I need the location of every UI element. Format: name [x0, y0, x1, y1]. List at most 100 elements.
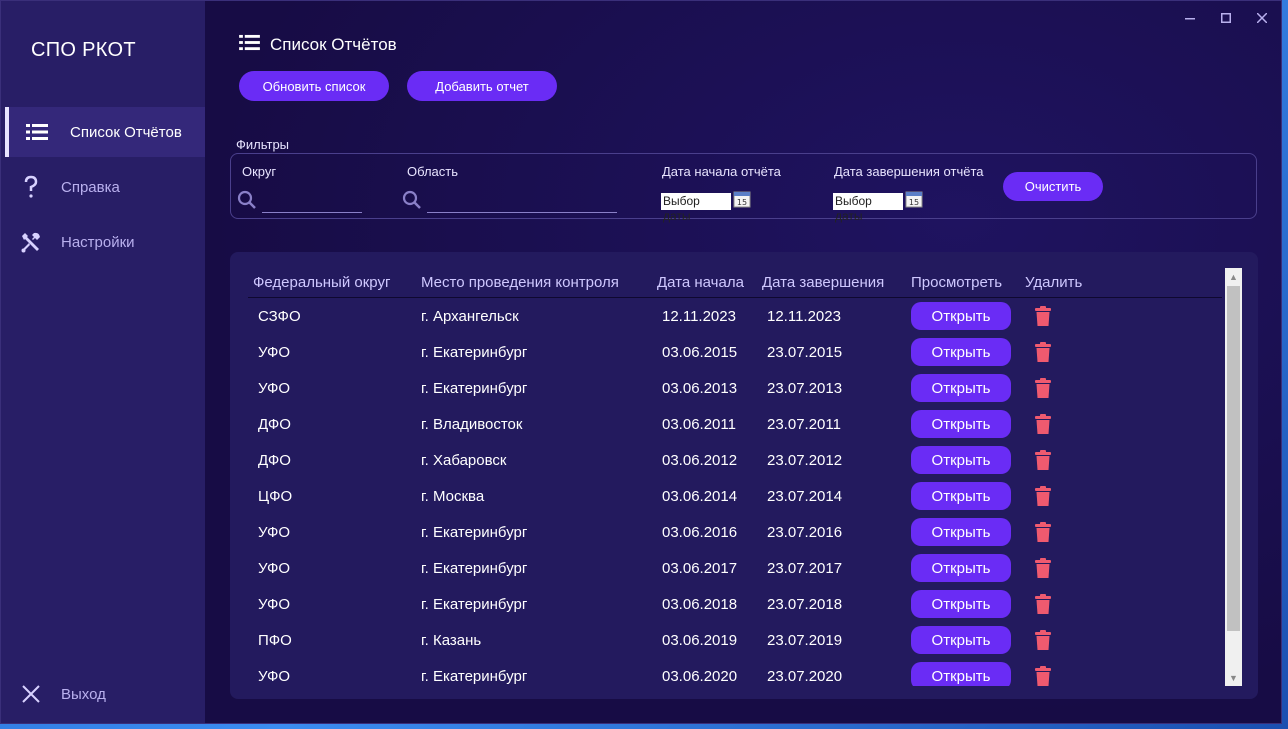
end-date-field[interactable]: Выбор даты	[833, 193, 903, 223]
trash-icon[interactable]	[1034, 558, 1052, 578]
table-row: ДФО г. Владивосток 03.06.2011 23.07.2011…	[248, 406, 1222, 442]
calendar-icon[interactable]: 15	[905, 190, 923, 213]
delete-cell	[1020, 378, 1100, 398]
list-icon	[239, 34, 260, 56]
place-cell: г. Екатеринбург	[421, 559, 528, 577]
table-row: ЦФО г. Москва 03.06.2014 23.07.2014 Откр…	[248, 478, 1222, 514]
exit-label: Выход	[61, 685, 106, 703]
table-row: УФО г. Екатеринбург 03.06.2020 23.07.202…	[248, 658, 1222, 686]
place-cell: г. Владивосток	[421, 415, 523, 433]
open-report-button[interactable]: Открыть	[911, 626, 1011, 654]
window-controls	[1183, 11, 1269, 25]
start-date-cell: 03.06.2017	[662, 559, 738, 577]
region-search-input[interactable]	[427, 191, 617, 213]
app-window: СПО РКОТ Список Отчётов Справка Настройк…	[0, 0, 1282, 724]
exit-button[interactable]: Выход	[5, 669, 205, 719]
table-header: Федеральный округ Место проведения контр…	[248, 268, 1222, 298]
delete-cell	[1020, 666, 1100, 686]
delete-cell	[1020, 630, 1100, 650]
close-icon	[19, 682, 43, 706]
close-window-icon[interactable]	[1255, 11, 1269, 25]
start-date-cell: 03.06.2011	[662, 415, 736, 433]
trash-icon[interactable]	[1034, 666, 1052, 686]
sidebar-item-label: Настройки	[61, 233, 135, 251]
column-header: Дата начала	[657, 274, 744, 291]
add-report-button[interactable]: Добавить отчет	[407, 71, 557, 101]
trash-icon[interactable]	[1034, 522, 1052, 542]
end-date-cell: 23.07.2020	[767, 667, 843, 685]
main-content: Список Отчётов Обновить список Добавить …	[205, 1, 1281, 723]
district-cell: ДФО	[258, 451, 291, 469]
svg-text:15: 15	[737, 198, 747, 207]
view-cell: Открыть	[906, 662, 1020, 686]
column-header: Удалить	[1025, 274, 1083, 291]
end-date-cell: 23.07.2019	[767, 631, 843, 649]
district-cell: УФО	[258, 343, 291, 361]
sidebar: СПО РКОТ Список Отчётов Справка Настройк…	[1, 1, 205, 723]
place-cell: г. Москва	[421, 487, 485, 505]
end-date-label: Дата завершения отчёта	[834, 164, 984, 179]
district-filter-label: Округ	[242, 164, 277, 179]
end-date-picker[interactable]: Выбор даты 15	[833, 190, 923, 223]
view-cell: Открыть	[906, 374, 1020, 402]
table-row: УФО г. Екатеринбург 03.06.2016 23.07.201…	[248, 514, 1222, 550]
open-report-button[interactable]: Открыть	[911, 302, 1011, 330]
open-report-button[interactable]: Открыть	[911, 338, 1011, 366]
delete-cell	[1020, 342, 1100, 362]
delete-cell	[1020, 450, 1100, 470]
reports-table: Федеральный округ Место проведения контр…	[230, 252, 1258, 699]
district-search-input[interactable]	[262, 191, 362, 213]
table-scrollbar[interactable]: ▲ ▼	[1225, 268, 1242, 686]
end-date-cell: 23.07.2015	[767, 343, 843, 361]
district-cell: УФО	[258, 523, 291, 541]
trash-icon[interactable]	[1034, 306, 1052, 326]
table-row: СЗФО г. Архангельск 12.11.2023 12.11.202…	[248, 298, 1222, 334]
calendar-icon[interactable]: 15	[733, 190, 751, 213]
view-cell: Открыть	[906, 410, 1020, 438]
delete-cell	[1020, 522, 1100, 542]
end-date-cell: 23.07.2017	[767, 559, 843, 577]
end-date-cell: 23.07.2014	[767, 487, 843, 505]
trash-icon[interactable]	[1034, 486, 1052, 506]
minimize-icon[interactable]	[1183, 11, 1197, 25]
page-header: Список Отчётов	[239, 34, 397, 56]
open-report-button[interactable]: Открыть	[911, 482, 1011, 510]
maximize-icon[interactable]	[1219, 11, 1233, 25]
district-cell: УФО	[258, 559, 291, 577]
district-cell: УФО	[258, 595, 291, 613]
start-date-field[interactable]: Выбор даты	[661, 193, 731, 223]
open-report-button[interactable]: Открыть	[911, 590, 1011, 618]
sidebar-item-settings[interactable]: Настройки	[5, 217, 205, 267]
district-cell: СЗФО	[258, 307, 301, 325]
scroll-up-icon[interactable]: ▲	[1225, 268, 1242, 285]
sidebar-item-reports[interactable]: Список Отчётов	[5, 107, 205, 157]
search-icon	[402, 190, 422, 215]
sidebar-item-help[interactable]: Справка	[5, 162, 205, 212]
place-cell: г. Екатеринбург	[421, 523, 528, 541]
end-date-cell: 23.07.2018	[767, 595, 843, 613]
open-report-button[interactable]: Открыть	[911, 518, 1011, 546]
start-date-cell: 03.06.2012	[662, 451, 738, 469]
trash-icon[interactable]	[1034, 594, 1052, 614]
open-report-button[interactable]: Открыть	[911, 554, 1011, 582]
scroll-down-icon[interactable]: ▼	[1225, 669, 1242, 686]
trash-icon[interactable]	[1034, 342, 1052, 362]
refresh-list-button[interactable]: Обновить список	[239, 71, 389, 101]
start-date-cell: 03.06.2013	[662, 379, 738, 397]
scrollbar-thumb[interactable]	[1227, 286, 1240, 631]
trash-icon[interactable]	[1034, 378, 1052, 398]
open-report-button[interactable]: Открыть	[911, 410, 1011, 438]
open-report-button[interactable]: Открыть	[911, 446, 1011, 474]
start-date-picker[interactable]: Выбор даты 15	[661, 190, 751, 223]
delete-cell	[1020, 486, 1100, 506]
trash-icon[interactable]	[1034, 414, 1052, 434]
start-date-cell: 03.06.2016	[662, 523, 738, 541]
view-cell: Открыть	[906, 482, 1020, 510]
place-cell: г. Архангельск	[421, 307, 519, 325]
trash-icon[interactable]	[1034, 450, 1052, 470]
open-report-button[interactable]: Открыть	[911, 662, 1011, 686]
clear-filters-button[interactable]: Очистить	[1003, 172, 1103, 201]
open-report-button[interactable]: Открыть	[911, 374, 1011, 402]
sidebar-item-label: Справка	[61, 178, 120, 196]
trash-icon[interactable]	[1034, 630, 1052, 650]
